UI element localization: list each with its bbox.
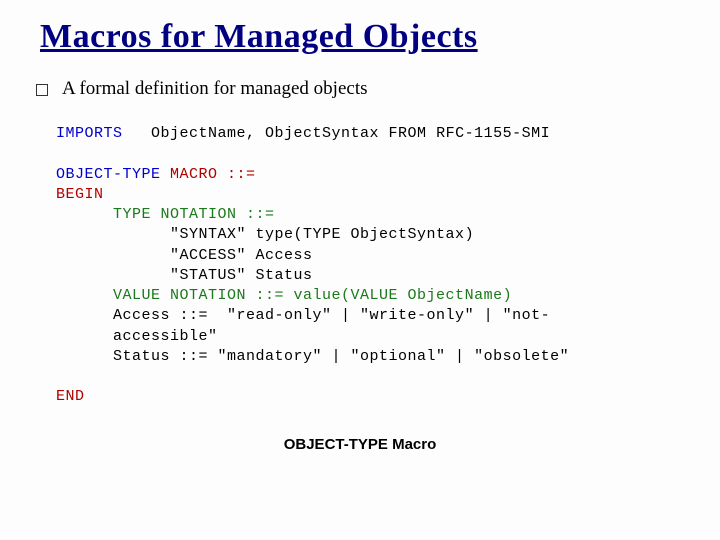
- kw-type-notation: TYPE NOTATION ::=: [56, 206, 275, 223]
- imports-rest: ObjectName, ObjectSyntax FROM RFC-1155-S…: [123, 125, 551, 142]
- line-access-def-1: Access ::= "read-only" | "write-only" | …: [56, 307, 550, 324]
- kw-end: END: [56, 388, 85, 405]
- kw-macro: MACRO ::=: [161, 166, 256, 183]
- line-access-kw: "ACCESS" Access: [56, 247, 313, 264]
- bullet-square-icon: [36, 84, 48, 96]
- bullet-text: A formal definition for managed objects: [62, 78, 368, 100]
- kw-imports: IMPORTS: [56, 125, 123, 142]
- slide: Macros for Managed Objects A formal defi…: [0, 0, 720, 540]
- kw-value-notation: VALUE NOTATION ::= value(VALUE ObjectNam…: [56, 287, 512, 304]
- bullet-item: A formal definition for managed objects: [36, 78, 686, 100]
- line-syntax: "SYNTAX" type(TYPE ObjectSyntax): [56, 226, 474, 243]
- line-access-def-2: accessible": [56, 328, 218, 345]
- line-status-kw: "STATUS" Status: [56, 267, 313, 284]
- macro-code-block: IMPORTS ObjectName, ObjectSyntax FROM RF…: [56, 124, 686, 408]
- kw-object-type: OBJECT-TYPE: [56, 166, 161, 183]
- slide-title: Macros for Managed Objects: [40, 18, 686, 56]
- kw-begin: BEGIN: [56, 186, 104, 203]
- line-status-def: Status ::= "mandatory" | "optional" | "o…: [56, 348, 569, 365]
- code-caption: OBJECT-TYPE Macro: [34, 436, 686, 453]
